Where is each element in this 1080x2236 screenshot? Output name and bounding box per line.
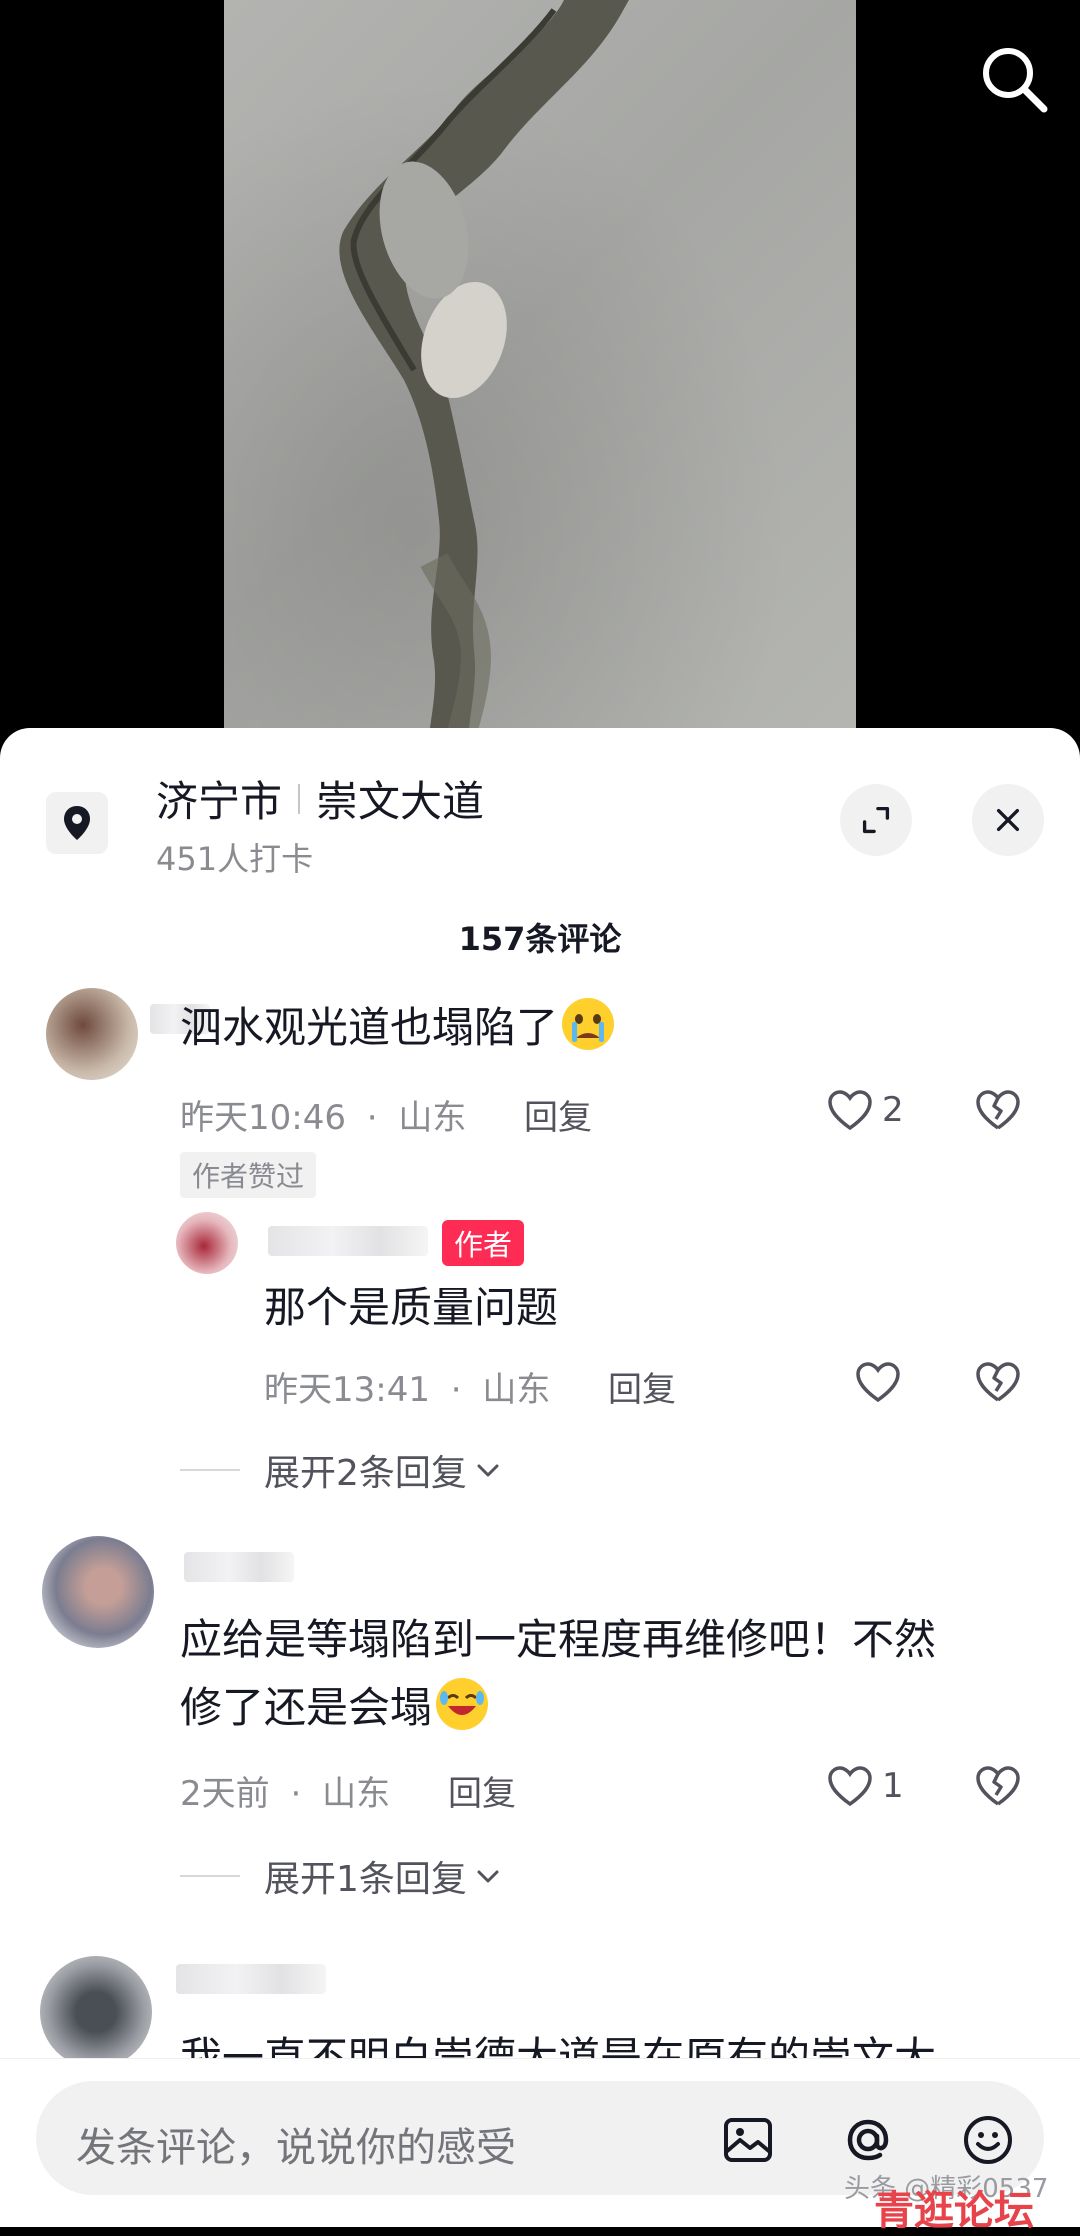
reply-button[interactable]: 回复 — [608, 1362, 676, 1411]
author-tag: 作者 — [442, 1220, 525, 1266]
reply-region: 山东 — [482, 1370, 551, 1410]
image-button[interactable] — [712, 2109, 772, 2169]
broken-heart-icon — [976, 1362, 1020, 1402]
expand-icon — [862, 806, 890, 834]
watermark-logo: 青逛论坛 — [874, 2187, 1034, 2234]
mention-button[interactable] — [832, 2109, 892, 2169]
comment-text-content: 修了还是会塌 — [180, 1683, 433, 1732]
like-count: 2 — [882, 1090, 904, 1130]
reply-avatar[interactable] — [176, 1212, 238, 1274]
expand-line — [180, 1469, 240, 1471]
avatar[interactable] — [42, 1536, 154, 1648]
heart-icon — [828, 1766, 872, 1807]
reply-button[interactable]: 回复 — [524, 1090, 592, 1139]
author-liked-tag: 作者赞过 — [180, 1152, 317, 1198]
comment-text-content: 泗水观光道也塌陷了 — [180, 1003, 559, 1052]
reply-meta: 昨天13:41 · 山东 — [264, 1362, 550, 1411]
expand-replies-button[interactable]: 展开1条回复 — [180, 1850, 503, 1902]
reply-button[interactable]: 回复 — [448, 1766, 516, 1815]
broken-heart-icon — [976, 1766, 1020, 1806]
like-count: 1 — [882, 1766, 904, 1806]
expand-replies-label: 展开2条回复 — [264, 1453, 467, 1494]
comment-region: 山东 — [398, 1098, 467, 1138]
comment-input-placeholder: 发条评论，说说你的感受 — [76, 2125, 516, 2171]
heart-icon — [828, 1090, 872, 1131]
meta-separator: · — [290, 1774, 302, 1814]
broken-heart-icon — [976, 1090, 1020, 1130]
expand-replies-button[interactable]: 展开2条回复 — [180, 1444, 503, 1496]
location-road: 崇文大道 — [316, 777, 485, 826]
close-button[interactable] — [972, 784, 1044, 856]
comment-time: 2天前 — [180, 1774, 270, 1814]
expand-line — [180, 1875, 240, 1877]
checkin-count: 451人打卡 — [156, 840, 314, 878]
username-blurred[interactable] — [184, 1552, 294, 1582]
comment-count-title: 157条评论 — [458, 920, 622, 958]
location-city: 济宁市 — [156, 777, 283, 826]
username-blurred[interactable] — [176, 1964, 326, 1994]
emoji-button[interactable] — [952, 2109, 1012, 2169]
video-frame-road-crack — [224, 0, 856, 760]
comment-meta: 2天前 · 山东 — [180, 1766, 390, 1815]
comment-region: 山东 — [322, 1774, 391, 1814]
meta-separator: · — [450, 1370, 462, 1410]
location-title[interactable]: 济宁市 崇文大道 — [156, 768, 484, 829]
reply-username-blurred[interactable] — [268, 1226, 428, 1256]
search-button[interactable] — [968, 38, 1048, 118]
location-divider — [298, 783, 301, 814]
reply-text: 那个是质量问题 — [264, 1283, 559, 1332]
dislike-button[interactable] — [974, 1358, 1022, 1410]
close-icon — [996, 808, 1020, 832]
crying-face-emoji — [562, 998, 615, 1050]
like-button[interactable]: 2 — [826, 1086, 904, 1134]
dislike-button[interactable] — [974, 1762, 1022, 1814]
road-crack-image — [339, 0, 629, 760]
comment-text: 泗水观光道也塌陷了 — [180, 994, 615, 1062]
comment-text: 修了还是会塌 — [180, 1674, 489, 1742]
dislike-button[interactable] — [974, 1086, 1022, 1138]
comment-text: 应给是等塌陷到一定程度再维修吧！不然 — [180, 1615, 937, 1664]
location-pin-icon — [46, 792, 108, 854]
heart-icon — [856, 1362, 900, 1403]
like-button[interactable]: 1 — [826, 1762, 904, 1810]
avatar[interactable] — [46, 988, 138, 1080]
expand-button[interactable] — [840, 784, 912, 856]
comment-meta: 昨天10:46 · 山东 — [180, 1090, 466, 1139]
video-player[interactable] — [0, 0, 1080, 760]
laughing-crying-emoji — [436, 1678, 489, 1730]
comment-time: 昨天10:46 — [180, 1098, 346, 1138]
search-icon — [983, 48, 1048, 113]
chevron-down-icon — [477, 1464, 499, 1477]
expand-replies-label: 展开1条回复 — [264, 1859, 467, 1900]
like-button[interactable] — [854, 1358, 902, 1406]
avatar[interactable] — [40, 1956, 152, 2068]
meta-separator: · — [366, 1098, 378, 1138]
image-icon — [724, 2118, 772, 2162]
comment-sheet: 济宁市 崇文大道 451人打卡 157条评论 泗水观光道也塌陷了 昨天10:46… — [0, 728, 1080, 2226]
smiley-icon — [964, 2116, 1012, 2164]
location-header[interactable]: 济宁市 崇文大道 451人打卡 — [0, 728, 1080, 878]
at-sign-icon — [847, 2119, 889, 2161]
chevron-down-icon — [477, 1870, 499, 1883]
reply-time: 昨天13:41 — [264, 1370, 430, 1410]
